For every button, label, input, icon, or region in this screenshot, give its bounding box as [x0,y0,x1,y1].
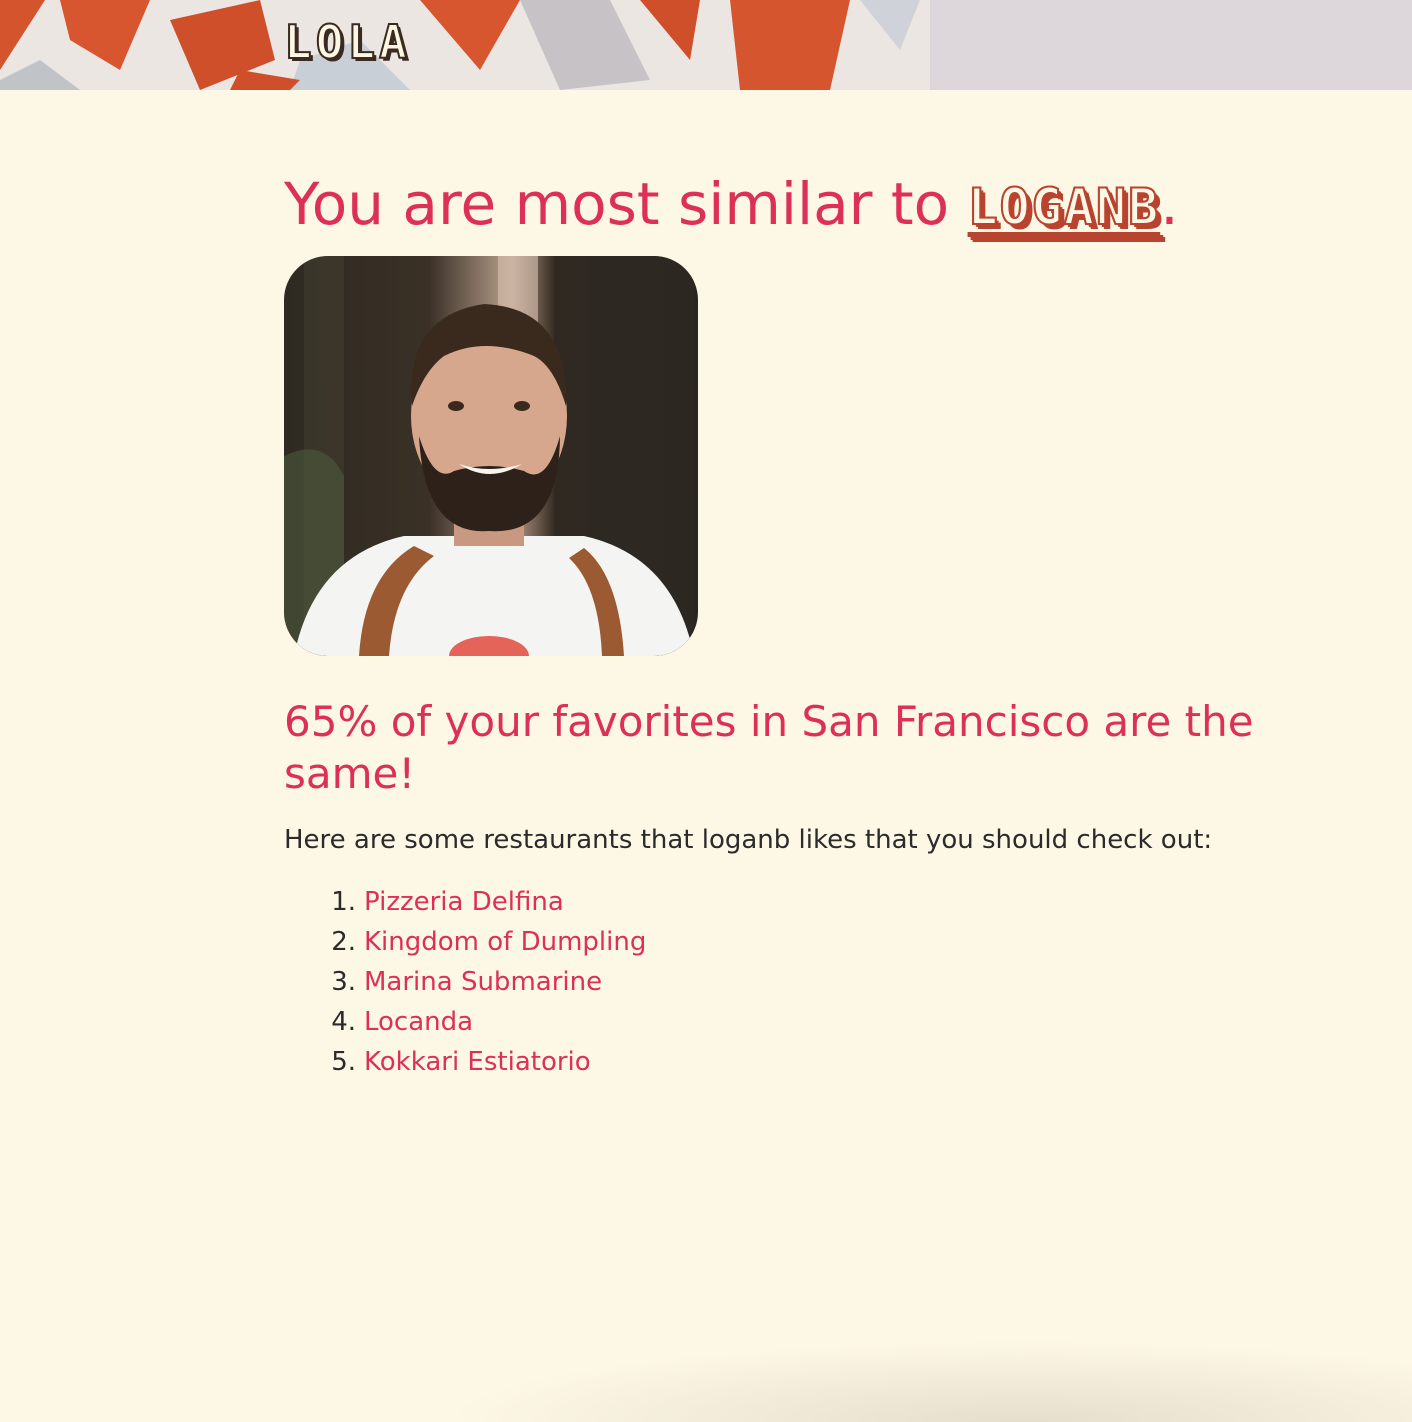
headline-suffix: . [1160,170,1179,238]
restaurant-link[interactable]: Locanda [364,1007,473,1037]
username-link[interactable]: LOGANB [967,177,1161,237]
match-percentage-heading: 65% of your favorites in San Francisco a… [284,697,1254,798]
list-item: 3. Marina Submarine [284,962,646,1002]
restaurant-link[interactable]: Kokkari Estiatorio [364,1047,591,1077]
list-number: 5. [331,1047,356,1077]
profile-photo [284,256,698,656]
list-item: 1. Pizzeria Delfina [284,882,646,922]
list-item: 5. Kokkari Estiatorio [284,1042,646,1082]
list-number: 4. [331,1007,356,1037]
page-title: You are most similar to LOGANB. [284,166,1344,245]
restaurant-link[interactable]: Marina Submarine [364,967,602,997]
profile-photo-image [284,256,698,656]
restaurant-link[interactable]: Kingdom of Dumpling [364,927,646,957]
lola-logo[interactable]: LOLA [283,14,411,70]
headline-prefix: You are most similar to [284,170,968,238]
list-number: 1. [331,887,356,917]
list-number: 3. [331,967,356,997]
list-number: 2. [331,927,356,957]
list-item: 2. Kingdom of Dumpling [284,922,646,962]
banner-mosaic-image [0,0,1412,90]
list-item: 4. Locanda [284,1002,646,1042]
footer-shadow [440,1340,1412,1422]
main-content: You are most similar to LOGANB. 65% of y… [284,166,1344,1077]
recommendations-intro: Here are some restaurants that loganb li… [284,825,1213,855]
restaurant-list: 1. Pizzeria Delfina 2. Kingdom of Dumpling… [284,882,646,1082]
header-banner: LOLA [0,0,1412,90]
restaurant-link[interactable]: Pizzeria Delfina [364,887,564,917]
